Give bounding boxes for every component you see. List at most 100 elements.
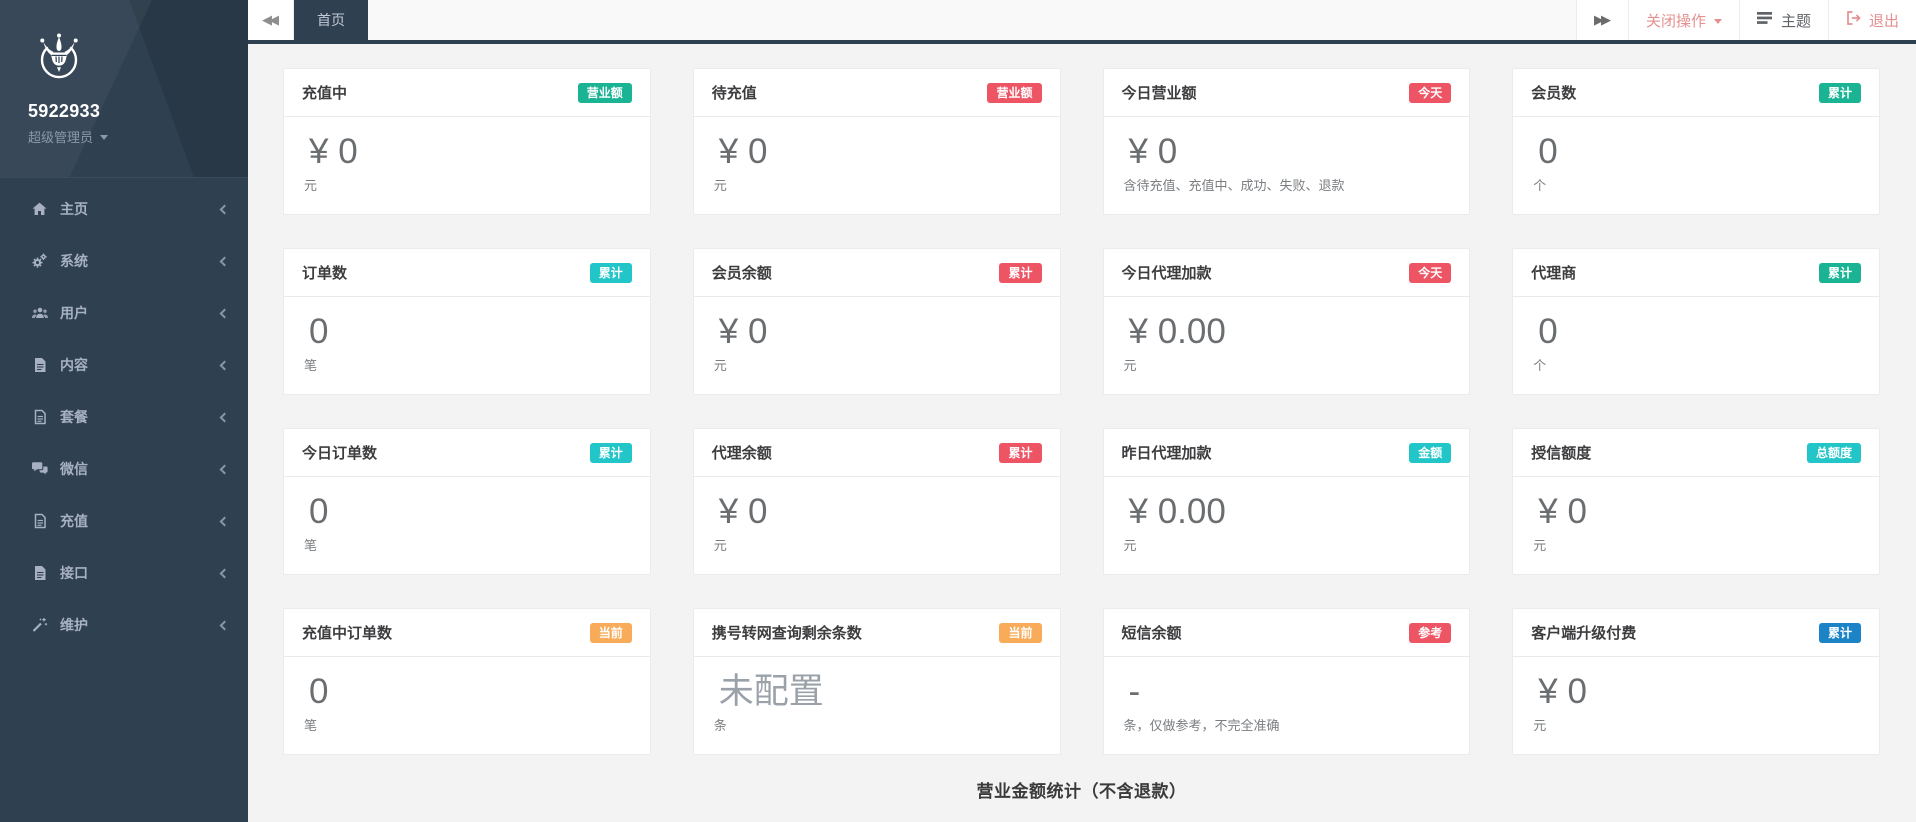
card-title: 昨日代理加款 [1122,442,1212,463]
card-value: ¥ 0 [309,131,632,173]
sidebar-item-home[interactable]: 主页 [0,183,248,235]
card-title: 客户端升级付费 [1531,622,1636,643]
theme-bars-icon [1757,11,1773,29]
chevron-left-icon [220,308,230,318]
card-value: 0 [1538,131,1861,173]
chevron-left-icon [220,360,230,370]
sidebar-item-label: 内容 [60,355,88,375]
card-unit: 元 [1533,535,1861,554]
stat-card-grid: 充值中营业额 ¥ 0元 待充值营业额 ¥ 0元 今日营业额今天 ¥ 0含待充值、… [283,68,1880,755]
card-unit: 元 [1124,355,1452,374]
card-value: ¥ 0 [1538,491,1861,533]
status-badge: 累计 [1819,263,1861,283]
card-title: 今日营业额 [1122,82,1197,103]
card-unit: 元 [1533,715,1861,734]
card-value: ¥ 0.00 [1129,491,1452,533]
main-area: ◀◀ 首页 ▶▶ 关闭操作 主题 [248,0,1916,822]
chevron-left-icon [220,464,230,474]
card-title: 短信余额 [1122,622,1182,643]
card-unit: 笔 [304,355,632,374]
status-badge: 当前 [999,623,1041,643]
sidebar-item-wechat[interactable]: 微信 [0,443,248,495]
card-unit: 元 [1124,535,1452,554]
card-unit: 元 [714,175,1042,194]
sign-out-icon [1846,11,1861,29]
card-value: 0 [309,671,632,713]
sidebar-item-label: 维护 [60,615,88,635]
stat-card-number-portability-quota: 携号转网查询剩余条数 当前 未配置条 [693,608,1061,755]
stat-card-member-balance: 会员余额 累计 ¥ 0 元 [693,248,1061,395]
sidebar: 5922933 超级管理员 主页 [0,0,248,822]
status-badge: 累计 [590,263,632,283]
theme-label: 主题 [1781,10,1811,31]
sidebar-item-package[interactable]: 套餐 [0,391,248,443]
status-badge: 营业额 [578,83,632,103]
sidebar-item-label: 主页 [60,199,88,219]
stat-card-member-count: 会员数累计 0个 [1512,68,1880,215]
user-id: 5922933 [28,101,248,122]
status-badge: 当前 [590,623,632,643]
logout-button[interactable]: 退出 [1828,0,1916,40]
sidebar-item-recharge[interactable]: 充值 [0,495,248,547]
status-badge: 累计 [999,263,1041,283]
sidebar-item-users[interactable]: 用户 [0,287,248,339]
tab-home[interactable]: 首页 [294,0,368,40]
crown-logo-icon [30,30,248,93]
collapse-tabs-left-button[interactable]: ◀◀ [248,0,294,40]
card-title: 充值中订单数 [302,622,392,643]
close-operations-dropdown[interactable]: 关闭操作 [1628,0,1739,40]
card-unit: 元 [714,535,1042,554]
stat-card-client-upgrade-fee: 客户端升级付费累计 ¥ 0元 [1512,608,1880,755]
card-unit: 元 [714,355,1042,374]
profile-section: 5922933 超级管理员 [0,0,248,177]
stat-card-yesterday-agent-funding: 昨日代理加款 金额 ¥ 0.00 元 [1103,428,1471,575]
role-label: 超级管理员 [28,127,93,146]
card-title: 充值中 [302,82,347,103]
card-value: ¥ 0 [719,311,1042,353]
expand-tabs-right-button[interactable]: ▶▶ [1576,0,1628,40]
role-dropdown[interactable]: 超级管理员 [28,127,108,146]
theme-button[interactable]: 主题 [1739,0,1828,40]
card-title: 携号转网查询剩余条数 [712,622,862,643]
chevron-down-icon [1714,19,1722,24]
card-value: ¥ 0 [719,131,1042,173]
file-lines-icon [30,409,49,425]
card-value: 0 [309,491,632,533]
sidebar-item-label: 系统 [60,251,88,271]
sidebar-item-content[interactable]: 内容 [0,339,248,391]
double-chevron-left-icon: ◀◀ [262,12,276,28]
gears-icon [30,253,49,269]
card-unit: 条 [714,715,1042,734]
card-note: 条，仅做参考，不完全准确 [1124,715,1452,734]
status-badge: 累计 [1819,623,1861,643]
card-note: 含待充值、充值中、成功、失败、退款 [1124,175,1452,194]
chevron-left-icon [220,204,230,214]
card-unit: 元 [304,175,632,194]
tab-bar: ◀◀ 首页 ▶▶ 关闭操作 主题 [248,0,1916,44]
card-value: 0 [1538,311,1861,353]
card-value: 未配置 [719,671,1042,713]
sidebar-item-interface[interactable]: 接口 [0,547,248,599]
stat-card-pending-recharge: 待充值营业额 ¥ 0元 [693,68,1061,215]
close-operations-label: 关闭操作 [1646,10,1706,31]
chevron-left-icon [220,568,230,578]
sidebar-item-label: 微信 [60,459,88,479]
status-badge: 累计 [590,443,632,463]
sidebar-item-label: 用户 [60,303,88,323]
tab-bar-controls: ▶▶ 关闭操作 主题 退出 [1576,0,1916,40]
double-chevron-right-icon: ▶▶ [1594,12,1608,28]
stat-card-agent-count: 代理商累计 0个 [1512,248,1880,395]
card-unit: 笔 [304,535,632,554]
sidebar-item-label: 充值 [60,511,88,531]
stat-card-agent-balance: 代理余额累计 ¥ 0元 [693,428,1061,575]
comments-icon [30,461,49,477]
sidebar-item-maintenance[interactable]: 维护 [0,599,248,651]
card-title: 会员余额 [712,262,772,283]
status-badge: 参考 [1409,623,1451,643]
status-badge: 金额 [1409,443,1451,463]
status-badge: 累计 [1819,83,1861,103]
status-badge: 累计 [999,443,1041,463]
stat-card-recharging: 充值中 营业额 ¥ 0 元 [283,68,651,215]
home-icon [30,201,49,217]
sidebar-item-system[interactable]: 系统 [0,235,248,287]
